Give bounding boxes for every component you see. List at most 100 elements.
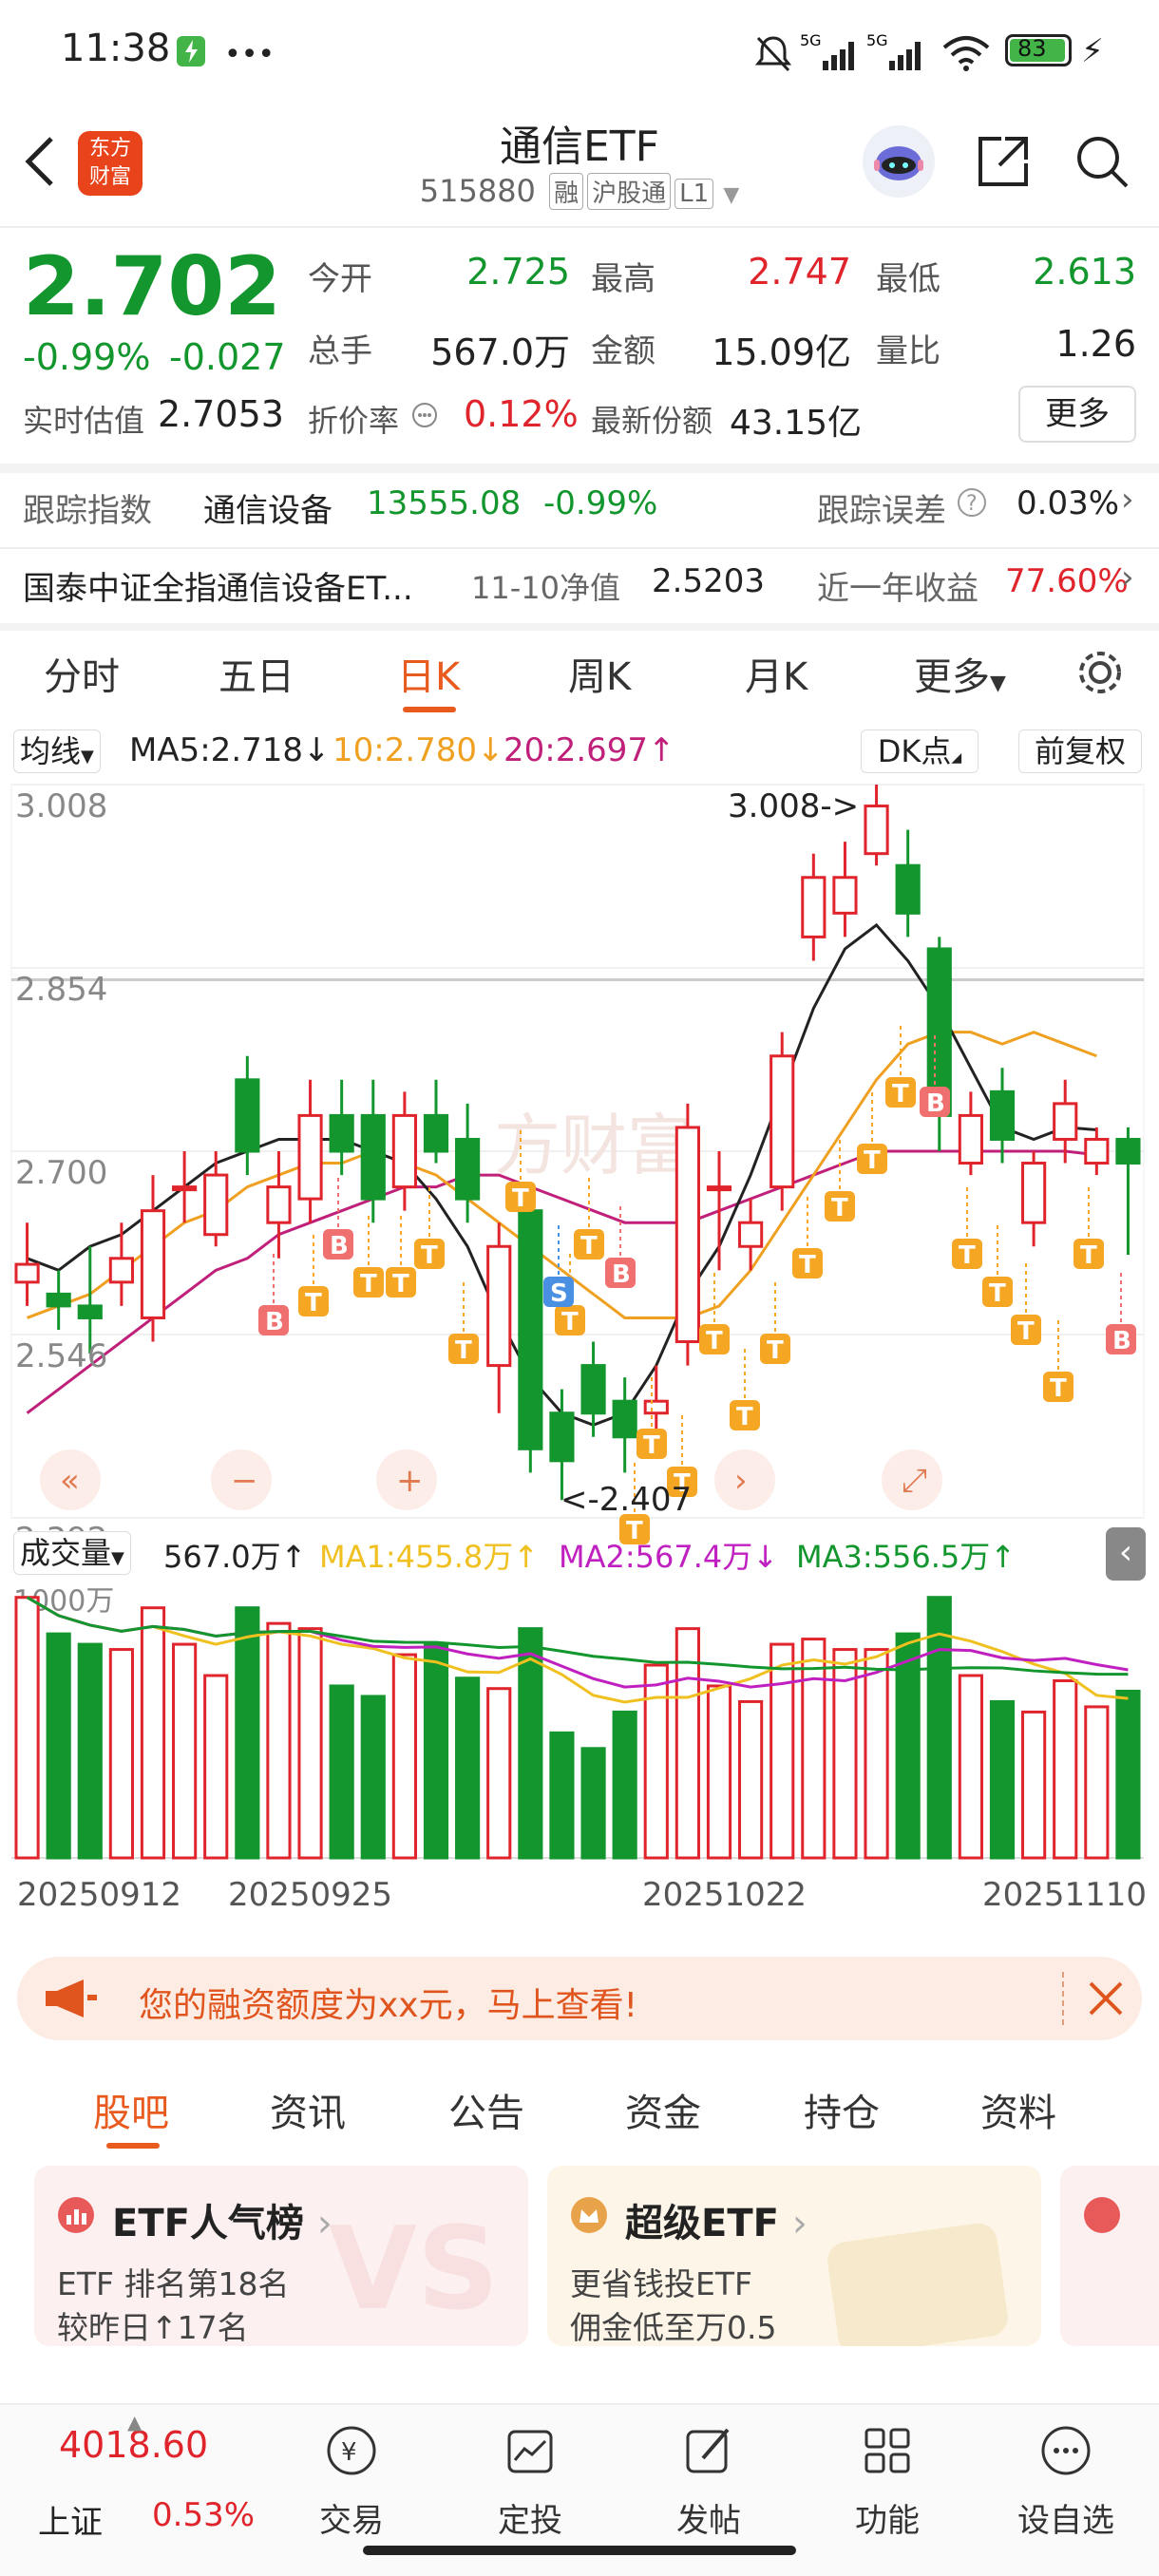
tab-profile[interactable]: 资料 bbox=[980, 2082, 1056, 2137]
volume-selector[interactable]: 成交量▼ bbox=[13, 1531, 131, 1575]
tab-forum[interactable]: 股吧 bbox=[93, 2082, 169, 2137]
partial-card[interactable] bbox=[1060, 2166, 1159, 2346]
tab-announcements[interactable]: 公告 bbox=[448, 2082, 524, 2137]
tracking-index-name[interactable]: 通信设备 bbox=[203, 484, 332, 531]
more-button[interactable]: 更多 bbox=[1018, 386, 1136, 443]
header: 东方 财富 通信ETF 515880 融沪股通 L1 ▼ bbox=[0, 104, 1159, 228]
volume-bar bbox=[172, 1642, 198, 1860]
open-label: 今开 bbox=[308, 260, 372, 298]
marker-label: T bbox=[706, 1327, 723, 1355]
volume-bar bbox=[738, 1699, 764, 1860]
banner-divider bbox=[1062, 1972, 1064, 2025]
candle bbox=[329, 1113, 354, 1153]
discount-value: 0.12% bbox=[464, 393, 579, 435]
volume-bar bbox=[46, 1632, 71, 1860]
candle bbox=[864, 805, 889, 856]
high-annotation: 3.008-> bbox=[728, 787, 859, 825]
tab-daily-k[interactable]: 日K bbox=[397, 646, 460, 701]
megaphone-icon bbox=[42, 1978, 99, 2023]
volume-bar bbox=[14, 1596, 40, 1860]
marker-label: T bbox=[831, 1194, 848, 1222]
card1-title: ETF人气榜 › bbox=[112, 2202, 332, 2245]
tracking-index-change: -0.99% bbox=[543, 484, 658, 522]
help-icon[interactable]: ? bbox=[956, 486, 988, 522]
candle bbox=[1021, 1162, 1047, 1224]
mute-icon bbox=[752, 32, 794, 78]
volume-selector-label: 成交量 bbox=[20, 1535, 112, 1571]
kline-chart[interactable]: 方财富 BTBT TTTTTSTBTTTTTTTTTT BTTTTTB 3.0082… bbox=[0, 722, 1159, 1909]
tab-five-day[interactable]: 五日 bbox=[218, 646, 294, 701]
collapse-panel-icon[interactable]: ‹ bbox=[1106, 1527, 1146, 1581]
marker-label: B bbox=[265, 1308, 284, 1336]
marker-label: T bbox=[643, 1431, 660, 1460]
card2-title: 超级ETF › bbox=[625, 2202, 808, 2245]
crown-icon bbox=[570, 2196, 608, 2238]
volume-bar bbox=[706, 1684, 732, 1860]
volume-bar bbox=[643, 1663, 669, 1860]
auto-invest-icon bbox=[502, 2422, 559, 2483]
card2-title-text: 超级ETF bbox=[625, 2202, 779, 2245]
current-price: 2.702 bbox=[23, 239, 282, 334]
marker-label: B bbox=[612, 1260, 631, 1289]
tracking-index-value: 13555.08 bbox=[367, 484, 522, 522]
share-icon[interactable] bbox=[973, 131, 1034, 196]
vol-ma2-readout: MA2:567.4万↓ bbox=[559, 1539, 779, 1575]
candle bbox=[958, 1113, 983, 1165]
vs-watermark: VS bbox=[329, 2204, 500, 2336]
vol-ma3-text: MA3:556.5万 bbox=[796, 1539, 991, 1575]
tab-monthly-k[interactable]: 月K bbox=[745, 646, 808, 701]
marker-label: T bbox=[455, 1336, 472, 1365]
low-label: 最低 bbox=[876, 260, 940, 298]
volume-bar bbox=[486, 1687, 512, 1860]
candle bbox=[738, 1221, 764, 1248]
promo-banner[interactable]: 您的融资额度为xx元，马上查看! bbox=[17, 1957, 1142, 2040]
volume-bar bbox=[1115, 1689, 1141, 1860]
marker-label: S bbox=[550, 1279, 568, 1308]
tab-intraday[interactable]: 分时 bbox=[44, 646, 120, 701]
estimate-label: 实时估值 bbox=[23, 403, 145, 439]
super-etf-card[interactable]: 超级ETF › 更省钱投ETF 佣金低至万0.5 bbox=[547, 2166, 1041, 2346]
candle bbox=[612, 1399, 637, 1439]
close-icon[interactable] bbox=[1085, 1978, 1127, 2023]
dropdown-icon[interactable]: ▼ bbox=[723, 183, 739, 207]
status-bar: 11:38 ••• 5G 5G 83 ⚡ bbox=[0, 0, 1159, 104]
ranking-chart-icon bbox=[57, 2196, 95, 2238]
candle bbox=[895, 863, 921, 915]
chevron-right-icon-2[interactable]: › bbox=[1121, 559, 1134, 597]
settings-gear-icon[interactable] bbox=[1074, 646, 1127, 703]
marker-label: T bbox=[989, 1279, 1006, 1308]
date-axis-label: 20251022 bbox=[642, 1876, 807, 1909]
market-index-name[interactable]: 上证 bbox=[38, 2496, 103, 2543]
grid-icon bbox=[859, 2422, 916, 2483]
etf-popularity-card[interactable]: ETF人气榜 › VS ETF 排名第18名 较昨日↑17名 bbox=[34, 2166, 528, 2346]
tab-weekly-k[interactable]: 周K bbox=[568, 646, 631, 701]
tab-news[interactable]: 资讯 bbox=[270, 2082, 346, 2137]
volume-bar bbox=[360, 1695, 386, 1860]
volume-bar bbox=[235, 1606, 260, 1860]
search-icon[interactable] bbox=[1072, 131, 1132, 196]
date-axis-label: 20251110 bbox=[982, 1876, 1147, 1909]
candle bbox=[643, 1399, 669, 1415]
tab-funds[interactable]: 资金 bbox=[625, 2082, 701, 2137]
lower-active-tab-indicator bbox=[106, 2143, 160, 2149]
change-percent: -0.99% bbox=[23, 336, 151, 378]
candle bbox=[674, 1126, 700, 1344]
candle bbox=[14, 1262, 40, 1284]
tab-holdings[interactable]: 持仓 bbox=[804, 2082, 880, 2137]
marker-label: T bbox=[1080, 1241, 1097, 1270]
fund-name[interactable]: 国泰中证全指通信设备ET... bbox=[23, 562, 413, 609]
candle bbox=[801, 876, 826, 938]
volume-value: 567.0万 bbox=[430, 331, 570, 373]
chevron-right-icon[interactable]: › bbox=[1121, 481, 1134, 519]
svg-text:5G: 5G bbox=[800, 32, 822, 49]
status-time: 11:38 bbox=[61, 27, 171, 70]
candle bbox=[580, 1364, 606, 1415]
candle bbox=[549, 1411, 575, 1463]
svg-text:5G: 5G bbox=[866, 32, 888, 49]
info-icon[interactable] bbox=[410, 401, 439, 433]
volume-bar bbox=[612, 1710, 637, 1860]
assistant-avatar-icon[interactable] bbox=[863, 125, 935, 198]
stock-code: 515880 bbox=[419, 173, 536, 209]
tab-more[interactable]: 更多▼ bbox=[914, 646, 1006, 701]
marker-label: T bbox=[421, 1241, 438, 1270]
